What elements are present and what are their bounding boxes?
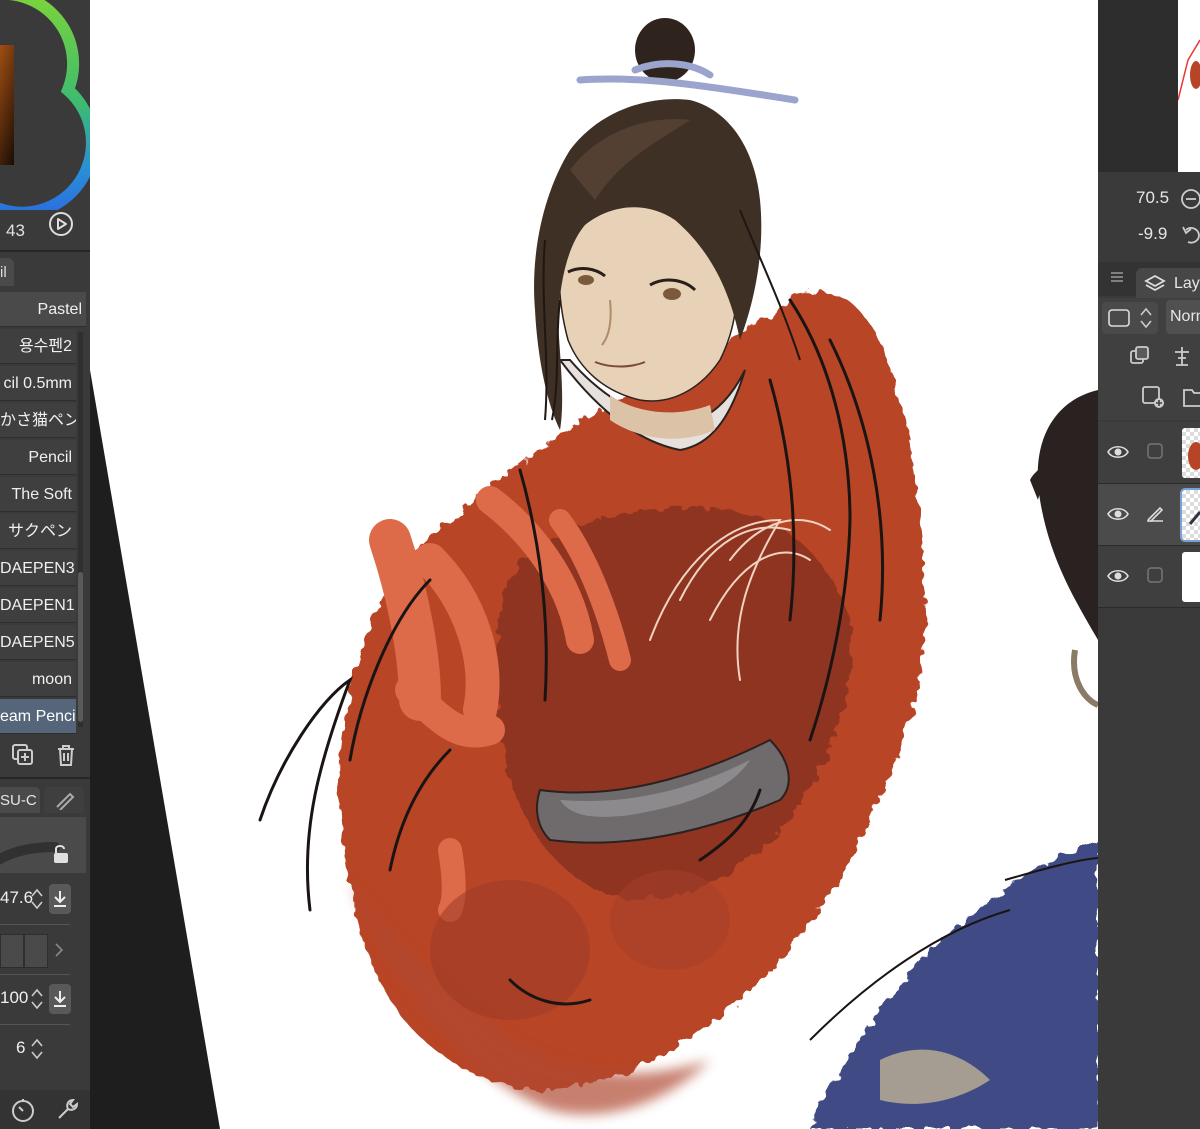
- brush-size-stepper[interactable]: [31, 886, 43, 912]
- brush-item[interactable]: eam Pencil: [0, 699, 76, 734]
- stabilization-value[interactable]: 6: [16, 1038, 25, 1058]
- sub-tool-tab[interactable]: il: [0, 258, 14, 286]
- checkbox-icon[interactable]: [1146, 442, 1164, 460]
- tool-property-tab[interactable]: SU-C: [0, 787, 40, 813]
- opacity-row: 100: [0, 978, 86, 1018]
- clip-layer-icon[interactable]: [1128, 344, 1152, 368]
- brush-item[interactable]: Pencil: [0, 440, 76, 475]
- stepper-icon: [1140, 307, 1152, 329]
- bottom-toolbar: [0, 1090, 90, 1129]
- canvas-workspace[interactable]: [90, 0, 1098, 1129]
- drawing-canvas[interactable]: [90, 0, 1098, 1129]
- pen-icon: [56, 792, 75, 810]
- layer-tab[interactable]: Lay: [1136, 268, 1200, 298]
- download-icon: [54, 891, 66, 907]
- lock-icon[interactable]: [52, 843, 70, 865]
- brush-size-row: 47.6: [0, 878, 86, 918]
- hair-bun: [635, 18, 695, 82]
- layer-thumbnail: [1182, 552, 1200, 602]
- brush-item[interactable]: DAEPEN1: [0, 588, 76, 623]
- layer-thumbnail: [1182, 428, 1200, 478]
- navigator-panel[interactable]: [1098, 0, 1200, 172]
- brush-stroke-preview: [0, 817, 86, 873]
- pencil-icon[interactable]: [1146, 504, 1164, 522]
- zoom-value[interactable]: 70.5: [1136, 188, 1169, 208]
- right-panel: 70.5 -9.9 Lay Nor: [1098, 0, 1200, 1129]
- size-swatch-row: [0, 934, 90, 968]
- layer-row[interactable]: [1098, 484, 1200, 546]
- brush-item[interactable]: The Soft: [0, 477, 76, 512]
- brush-list-actions: [0, 740, 90, 770]
- brush-item[interactable]: DAEPEN5: [0, 625, 76, 660]
- eye-icon[interactable]: [1106, 566, 1130, 586]
- reference-layer-icon[interactable]: [1170, 344, 1194, 368]
- brush-item[interactable]: 용수펜2: [0, 329, 76, 364]
- stroke-preview: [0, 842, 60, 865]
- wrench-icon[interactable]: [54, 1097, 80, 1123]
- color-wheel[interactable]: [0, 0, 90, 210]
- layer-tab-label: Lay: [1174, 275, 1200, 292]
- menu-icon[interactable]: [1110, 270, 1124, 284]
- new-layer-icon[interactable]: [1140, 384, 1166, 410]
- rotate-left-icon[interactable]: [1180, 224, 1200, 246]
- zoom-out-icon[interactable]: [1180, 188, 1200, 210]
- size-swatch[interactable]: [0, 934, 24, 968]
- clip-studio-app: 43 il Pastel 용수펜2 cil 0.5mm かさ猫ペン Pencil The …: [0, 0, 1200, 1129]
- square-icon: [1108, 309, 1130, 327]
- eye-icon[interactable]: [1106, 504, 1130, 524]
- brush-size-value[interactable]: 47.6: [0, 888, 33, 908]
- navigator-preview[interactable]: [1177, 0, 1200, 172]
- panel-divider: [0, 777, 90, 779]
- stabilization-row: 6: [0, 1028, 86, 1068]
- property-divider: [0, 924, 70, 925]
- checkbox-icon[interactable]: [1146, 566, 1164, 584]
- opacity-stepper[interactable]: [31, 986, 43, 1012]
- eye-icon[interactable]: [1106, 442, 1130, 462]
- layer-row[interactable]: [1098, 546, 1200, 608]
- brush-item[interactable]: Pastel: [0, 292, 86, 327]
- layer-list-empty: [1098, 608, 1200, 1129]
- opacity-value[interactable]: 100: [0, 988, 28, 1008]
- navigator-controls: 70.5 -9.9: [1098, 172, 1200, 256]
- stabilization-stepper[interactable]: [31, 1036, 43, 1062]
- brush-item[interactable]: moon: [0, 662, 76, 697]
- folder-icon[interactable]: [1182, 384, 1200, 410]
- color-value-readout: 43: [6, 221, 25, 240]
- left-tool-panel: 43 il Pastel 용수펜2 cil 0.5mm かさ猫ペン Pencil The …: [0, 0, 90, 1129]
- brush-item[interactable]: cil 0.5mm: [0, 366, 76, 401]
- brush-item[interactable]: DAEPEN3: [0, 551, 76, 586]
- rotation-value[interactable]: -9.9: [1138, 224, 1167, 244]
- brush-size-download-button[interactable]: [49, 884, 71, 914]
- pen-tab[interactable]: [44, 787, 84, 813]
- layer-color-button[interactable]: [1102, 302, 1158, 334]
- brush-item[interactable]: サクペン: [0, 514, 76, 549]
- blend-mode-select[interactable]: Norn: [1166, 300, 1200, 334]
- layers-icon: [1144, 274, 1166, 292]
- download-icon: [54, 991, 66, 1007]
- chevron-right-icon[interactable]: [54, 942, 64, 958]
- timer-icon[interactable]: [10, 1097, 36, 1123]
- opacity-download-button[interactable]: [49, 984, 71, 1014]
- layer-thumbnail: [1180, 488, 1200, 542]
- property-divider: [0, 974, 70, 975]
- play-circle-icon[interactable]: [48, 211, 74, 237]
- scrollbar-thumb[interactable]: [78, 572, 83, 722]
- layer-row[interactable]: [1098, 422, 1200, 484]
- navigator-frame: [1177, 39, 1200, 101]
- layer-tools-row-1: [1098, 338, 1200, 374]
- trash-icon[interactable]: [53, 742, 79, 768]
- duplicate-icon[interactable]: [10, 742, 36, 768]
- brush-list-scrollbar[interactable]: [78, 332, 83, 727]
- size-swatch[interactable]: [24, 934, 48, 968]
- panel-divider: [0, 250, 90, 252]
- layer-tools-row-2: [1098, 374, 1200, 420]
- brush-item[interactable]: かさ猫ペン: [0, 403, 76, 438]
- color-wheel-panel: 43: [0, 0, 90, 250]
- property-divider: [0, 1024, 70, 1025]
